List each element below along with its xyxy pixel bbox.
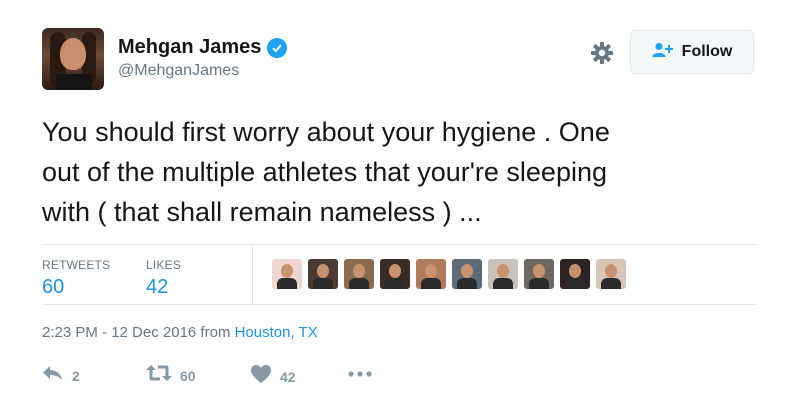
follow-button[interactable]: Follow: [630, 30, 754, 74]
liker-avatar[interactable]: [416, 259, 446, 289]
retweet-count: 60: [180, 367, 196, 384]
user-info: Mehgan James @MehganJames: [118, 36, 288, 80]
liker-avatar[interactable]: [308, 259, 338, 289]
liker-avatar[interactable]: [596, 259, 626, 289]
likers-list: [272, 259, 626, 289]
tweet-location[interactable]: Houston, TX: [235, 324, 318, 341]
stats-vertical-divider: [252, 244, 253, 304]
liker-avatar[interactable]: [344, 259, 374, 289]
verified-badge-icon: [267, 37, 288, 58]
reply-icon: [42, 364, 64, 387]
tweet-card: Mehgan James @MehganJames Follow You sho…: [0, 0, 800, 420]
liker-avatar[interactable]: [560, 259, 590, 289]
tweet-text: You should first worry about your hygien…: [42, 117, 610, 227]
tweet-timestamp: 2:23 PM - 12 Dec 2016 from Houston, TX: [42, 324, 318, 341]
liker-avatar[interactable]: [272, 259, 302, 289]
reply-count: 2: [72, 367, 80, 384]
likes-label: LIKES: [146, 258, 182, 272]
like-count: 42: [280, 368, 296, 385]
retweets-value: 60: [42, 276, 65, 298]
user-handle[interactable]: @MehganJames: [118, 62, 287, 80]
reply-button[interactable]: 2: [42, 364, 80, 387]
liker-avatar[interactable]: [452, 259, 482, 289]
stats-bottom-divider: [42, 304, 756, 305]
tweet-time[interactable]: 2:23 PM - 12 Dec 2016 from: [42, 324, 235, 341]
gear-icon[interactable]: [590, 41, 614, 65]
retweets-stat[interactable]: RETWEETS 60: [42, 258, 110, 299]
retweet-icon: [146, 364, 172, 387]
more-dots-icon: [348, 364, 372, 382]
add-user-icon: [652, 42, 674, 63]
likes-stat[interactable]: LIKES 42: [146, 258, 181, 299]
liker-avatar[interactable]: [524, 259, 554, 289]
liker-avatar[interactable]: [380, 259, 410, 289]
display-name[interactable]: Mehgan James: [118, 36, 261, 59]
heart-icon: [250, 364, 272, 389]
liker-avatar[interactable]: [488, 259, 518, 289]
retweets-label: RETWEETS: [42, 258, 111, 272]
stats-top-divider: [42, 244, 756, 245]
likes-value: 42: [146, 276, 169, 298]
follow-label: Follow: [681, 43, 733, 60]
like-button[interactable]: 42: [250, 364, 296, 389]
more-button[interactable]: [348, 364, 372, 382]
avatar[interactable]: [42, 28, 104, 90]
retweet-button[interactable]: 60: [146, 364, 196, 387]
